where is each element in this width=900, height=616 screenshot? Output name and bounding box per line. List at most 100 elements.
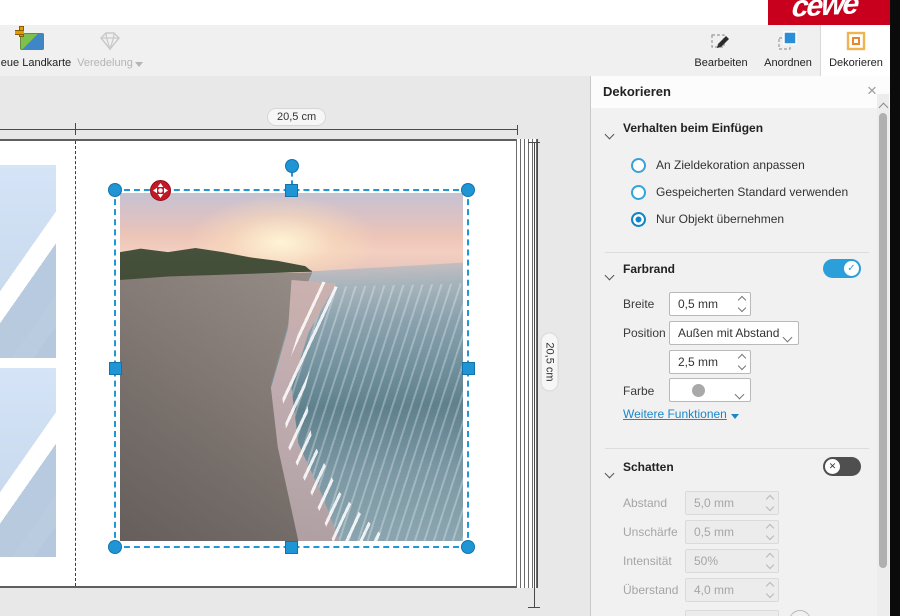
rotation-handle-line	[291, 171, 293, 186]
image-placeholder[interactable]	[0, 165, 56, 358]
horizontal-ruler-line	[0, 129, 518, 130]
selection-frame[interactable]	[114, 189, 469, 548]
editor-canvas: 20,5 cm 20,5 cm	[0, 76, 590, 616]
section-collapse-icon[interactable]	[606, 125, 613, 143]
decorate-label: Dekorieren	[821, 57, 891, 70]
blur-input: 0,5 mm	[685, 520, 779, 544]
shadow-toggle[interactable]: ✕	[823, 457, 861, 476]
section-collapse-icon[interactable]	[606, 266, 613, 284]
window-title-band	[0, 0, 890, 25]
plus-badge-icon	[15, 26, 26, 37]
clipped-color-button	[789, 610, 811, 616]
blur-value: 0,5 mm	[694, 525, 734, 539]
cewe-logo: cewe	[791, 0, 859, 25]
edit-button[interactable]: Bearbeiten	[688, 25, 754, 76]
divider	[605, 448, 869, 449]
caret-down-icon	[731, 414, 739, 419]
resize-handle-bottom-left[interactable]	[109, 541, 121, 553]
stepper-icon	[767, 553, 773, 569]
move-arrows-icon	[150, 180, 171, 201]
stepper-icon	[767, 524, 773, 540]
color-border-toggle[interactable]: ✓	[823, 259, 861, 278]
chevron-down-icon	[736, 387, 743, 401]
distance-input: 5,0 mm	[685, 491, 779, 515]
toolbar: Neue Landkarte Veredelung Bearbeiten	[0, 25, 890, 77]
chevron-down-icon	[135, 62, 143, 67]
width-input[interactable]: 0,5 mm	[669, 292, 751, 316]
stepper-icon[interactable]	[739, 296, 745, 312]
radio-option-object-only[interactable]: Nur Objekt übernehmen	[631, 211, 784, 227]
move-badge[interactable]	[150, 180, 171, 201]
image-placeholder[interactable]	[0, 368, 56, 557]
section-header-insert-behavior[interactable]: Verhalten beim Einfügen	[623, 121, 763, 135]
decorate-panel: Dekorieren × Verhalten beim Einfügen An …	[590, 76, 890, 616]
distance-label: Abstand	[623, 496, 667, 510]
blur-label: Unschärfe	[623, 525, 678, 539]
toggle-x-icon: ✕	[825, 459, 840, 474]
offset-input[interactable]: 2,5 mm	[669, 350, 751, 374]
refinement-label: Veredelung	[77, 57, 133, 69]
intensity-label: Intensität	[623, 554, 672, 568]
panel-title: Dekorieren	[603, 84, 671, 99]
distance-value: 5,0 mm	[694, 496, 734, 510]
edit-label: Bearbeiten	[688, 57, 754, 70]
width-value: 0,5 mm	[678, 297, 718, 311]
section-header-color-border[interactable]: Farbrand	[623, 262, 675, 276]
position-dropdown[interactable]: Außen mit Abstand	[669, 321, 799, 345]
vertical-ruler-label: 20,5 cm	[542, 333, 558, 390]
color-dropdown[interactable]	[669, 378, 751, 402]
new-map-button[interactable]: Neue Landkarte	[0, 25, 78, 76]
window-right-edge	[890, 0, 900, 616]
stepper-icon	[767, 495, 773, 511]
stepper-icon[interactable]	[739, 354, 745, 370]
resize-handle-right[interactable]	[463, 363, 474, 374]
radio-option-saved-default[interactable]: Gespeicherten Standard verwenden	[631, 184, 848, 200]
toggle-check-icon: ✓	[844, 261, 859, 276]
divider	[605, 252, 869, 253]
radio-label: Nur Objekt übernehmen	[656, 212, 784, 226]
resize-handle-top-left[interactable]	[109, 184, 121, 196]
edit-pencil-icon	[710, 30, 732, 52]
section-header-shadow[interactable]: Schatten	[623, 460, 674, 474]
position-label: Position	[623, 326, 666, 340]
refinement-button: Veredelung	[76, 25, 144, 76]
chevron-down-icon	[784, 330, 791, 344]
offset-value: 2,5 mm	[678, 355, 718, 369]
page-fold-line	[75, 141, 76, 586]
new-map-label: Neue Landkarte	[0, 57, 78, 70]
color-label: Farbe	[623, 384, 654, 398]
arrange-label: Anordnen	[756, 57, 820, 70]
panel-title-bar: Dekorieren ×	[591, 76, 890, 108]
arrange-button[interactable]: Anordnen	[756, 25, 820, 76]
width-label: Breite	[623, 297, 654, 311]
radio-icon[interactable]	[631, 185, 646, 200]
more-functions-link[interactable]: Weitere Funktionen	[623, 407, 739, 421]
intensity-input: 50%	[685, 549, 779, 573]
overhang-label: Überstand	[623, 583, 678, 597]
resize-handle-bottom[interactable]	[286, 542, 297, 553]
resize-handle-left[interactable]	[110, 363, 121, 374]
radio-icon[interactable]	[631, 158, 646, 173]
cewe-logo-band: cewe	[768, 0, 890, 25]
arrange-icon	[777, 30, 799, 52]
decorate-button[interactable]: Dekorieren	[820, 25, 891, 77]
color-swatch	[692, 384, 705, 397]
resize-handle-bottom-right[interactable]	[462, 541, 474, 553]
resize-handle-top[interactable]	[286, 185, 297, 196]
panel-scrollbar-thumb[interactable]	[879, 113, 887, 568]
radio-option-adapt[interactable]: An Zieldekoration anpassen	[631, 157, 805, 173]
radio-icon-selected[interactable]	[631, 212, 646, 227]
decorate-frame-icon	[845, 30, 867, 52]
section-collapse-icon[interactable]	[606, 464, 613, 482]
horizontal-ruler-end-tick	[517, 125, 518, 135]
radio-label: An Zieldekoration anpassen	[656, 158, 805, 172]
overhang-input: 4,0 mm	[685, 578, 779, 602]
position-value: Außen mit Abstand	[678, 326, 779, 340]
vertical-ruler-bottom-tick	[528, 607, 540, 608]
rotation-handle[interactable]	[286, 160, 298, 172]
resize-handle-top-right[interactable]	[462, 184, 474, 196]
radio-label: Gespeicherten Standard verwenden	[656, 185, 848, 199]
map-icon	[20, 33, 44, 50]
horizontal-ruler-fold-tick	[75, 123, 76, 135]
stepper-icon	[767, 582, 773, 598]
